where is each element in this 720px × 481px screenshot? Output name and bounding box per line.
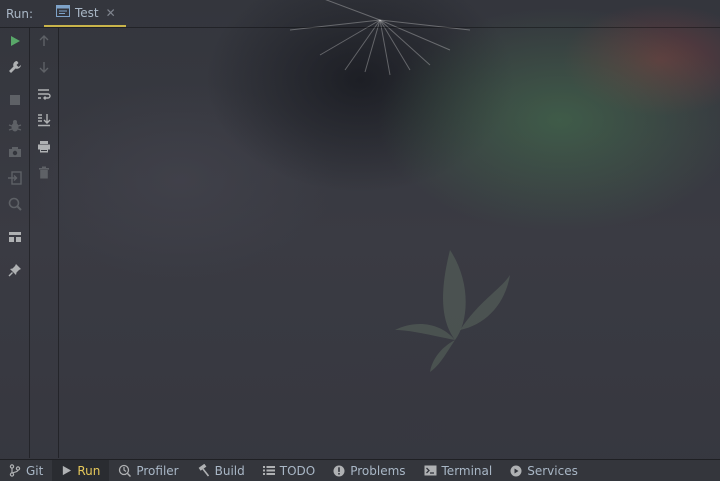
terminal-icon xyxy=(424,465,437,476)
debug-button[interactable] xyxy=(4,115,26,137)
play-icon xyxy=(9,35,21,47)
status-item-profiler[interactable]: Profiler xyxy=(109,460,187,481)
soft-wrap-button[interactable] xyxy=(33,83,55,105)
clear-button[interactable] xyxy=(33,161,55,183)
status-item-label: Terminal xyxy=(441,463,493,478)
tab-label: Test xyxy=(75,5,99,20)
scroll-up-button[interactable] xyxy=(33,30,55,52)
camera-icon xyxy=(8,146,22,158)
status-item-git[interactable]: Git xyxy=(0,460,52,481)
stop-icon xyxy=(9,94,21,106)
scroll-end-icon xyxy=(37,113,51,127)
scroll-down-button[interactable] xyxy=(33,56,55,78)
status-item-label: TODO xyxy=(279,463,316,478)
screenshot-button[interactable] xyxy=(4,141,26,163)
header-divider xyxy=(0,27,720,28)
run-tool-window-header: Run: Test ✕ xyxy=(0,0,720,27)
status-item-label: Run xyxy=(77,463,101,478)
pin-icon xyxy=(8,263,22,277)
services-icon xyxy=(510,465,522,477)
edit-config-button[interactable] xyxy=(4,56,26,78)
status-item-run[interactable]: Run xyxy=(52,460,110,481)
rerun-button[interactable] xyxy=(4,30,26,52)
profiler-icon xyxy=(118,464,132,477)
hammer-icon xyxy=(197,464,210,477)
trash-icon xyxy=(38,166,50,179)
arrow-up-icon xyxy=(38,35,50,47)
list-icon xyxy=(262,465,275,476)
status-item-services[interactable]: Services xyxy=(501,460,587,481)
console-actions-toolbar xyxy=(30,28,59,458)
close-icon[interactable]: ✕ xyxy=(106,6,116,20)
status-item-label: Git xyxy=(26,463,44,478)
layout-icon xyxy=(8,231,22,243)
login-button[interactable] xyxy=(4,167,26,189)
coverage-button[interactable] xyxy=(4,193,26,215)
wrench-icon xyxy=(8,60,22,74)
scroll-to-end-button[interactable] xyxy=(33,109,55,131)
status-item-terminal[interactable]: Terminal xyxy=(415,460,502,481)
run-actions-toolbar xyxy=(0,28,30,458)
print-button[interactable] xyxy=(33,135,55,157)
status-item-label: Services xyxy=(527,463,578,478)
tool-window-bar: Git Run Profiler Build TODO Problems Ter… xyxy=(0,459,720,481)
info-icon xyxy=(333,465,345,477)
status-item-problems[interactable]: Problems xyxy=(324,460,414,481)
stop-button[interactable] xyxy=(4,89,26,111)
status-item-todo[interactable]: TODO xyxy=(254,460,324,481)
arrow-down-icon xyxy=(38,61,50,73)
login-icon xyxy=(8,171,22,185)
print-icon xyxy=(37,140,51,153)
pin-button[interactable] xyxy=(4,259,26,281)
status-item-build[interactable]: Build xyxy=(188,460,254,481)
layout-button[interactable] xyxy=(4,226,26,248)
run-label: Run: xyxy=(6,6,34,21)
play-icon xyxy=(61,465,72,476)
bug-icon xyxy=(8,119,22,133)
status-item-label: Profiler xyxy=(136,463,179,478)
wrap-icon xyxy=(37,88,51,100)
background-image xyxy=(0,0,720,480)
tab-test[interactable]: Test ✕ xyxy=(44,0,126,27)
status-item-label: Build xyxy=(214,463,245,478)
coverage-icon xyxy=(8,197,22,211)
console-icon xyxy=(56,5,70,20)
git-branch-icon xyxy=(9,464,21,477)
status-item-label: Problems xyxy=(350,463,406,478)
